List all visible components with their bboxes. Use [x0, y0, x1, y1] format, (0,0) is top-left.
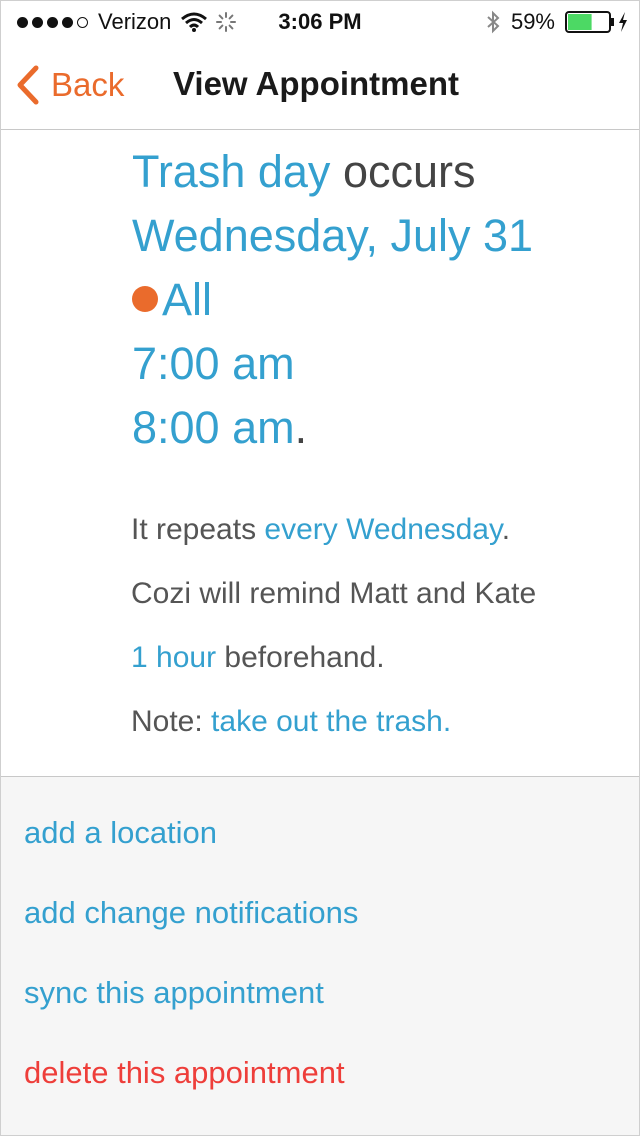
- member-color-dot-icon: [132, 286, 158, 313]
- member-name: All: [162, 274, 213, 325]
- reminder-suffix: beforehand.: [216, 641, 385, 674]
- reminder-time-line: 1 hour beforehand.: [131, 638, 385, 678]
- sync-appointment-button[interactable]: sync this appointment: [24, 971, 324, 1015]
- title-line: Trash day occurs: [132, 140, 475, 204]
- start-time-link[interactable]: 7:00 am: [132, 332, 295, 396]
- screen: Verizon 3:06 PM 59% Back View Appointmen…: [0, 0, 640, 1136]
- appointment-summary: Trash day occurs on Wednesday, July 31 f…: [1, 130, 639, 775]
- status-right: 59%: [485, 9, 629, 35]
- add-change-notifications-button[interactable]: add change notifications: [24, 891, 358, 935]
- note-prefix: Note:: [131, 705, 212, 738]
- chevron-left-icon: [17, 65, 39, 105]
- remind-line: Cozi will remind Matt and Kate: [131, 577, 537, 610]
- action-list: add a location add change notifications …: [1, 776, 639, 1135]
- member-link[interactable]: All: [132, 268, 212, 332]
- battery-percent: 59%: [510, 9, 555, 34]
- charging-bolt-icon: [619, 12, 627, 32]
- repeat-suffix: .: [501, 513, 511, 546]
- back-button[interactable]: Back: [15, 61, 124, 109]
- back-label: Back: [51, 66, 125, 103]
- appointment-title-link[interactable]: Trash day: [132, 146, 330, 197]
- note-link[interactable]: take out the trash.: [211, 705, 451, 738]
- navigation-bar: Back View Appointment: [1, 41, 639, 130]
- title-suffix: occurs: [342, 146, 476, 197]
- bluetooth-icon: [487, 10, 500, 34]
- repeat-line: It repeats every Wednesday.: [131, 510, 510, 550]
- battery-icon: [565, 11, 614, 33]
- repeat-link[interactable]: every Wednesday: [264, 513, 501, 546]
- date-link[interactable]: Wednesday, July 31: [132, 204, 533, 268]
- end-punctuation: .: [294, 402, 308, 453]
- end-time-line: 8:00 am.: [132, 396, 307, 460]
- note-line: Note: take out the trash.: [131, 702, 451, 742]
- status-bar: Verizon 3:06 PM 59%: [1, 1, 639, 41]
- reminder-time-link[interactable]: 1 hour: [131, 641, 216, 674]
- repeat-prefix: It repeats: [131, 513, 265, 546]
- page-title: View Appointment: [173, 65, 460, 102]
- end-time-link[interactable]: 8:00 am: [132, 402, 295, 453]
- delete-appointment-button[interactable]: delete this appointment: [24, 1051, 345, 1095]
- add-location-button[interactable]: add a location: [24, 811, 217, 855]
